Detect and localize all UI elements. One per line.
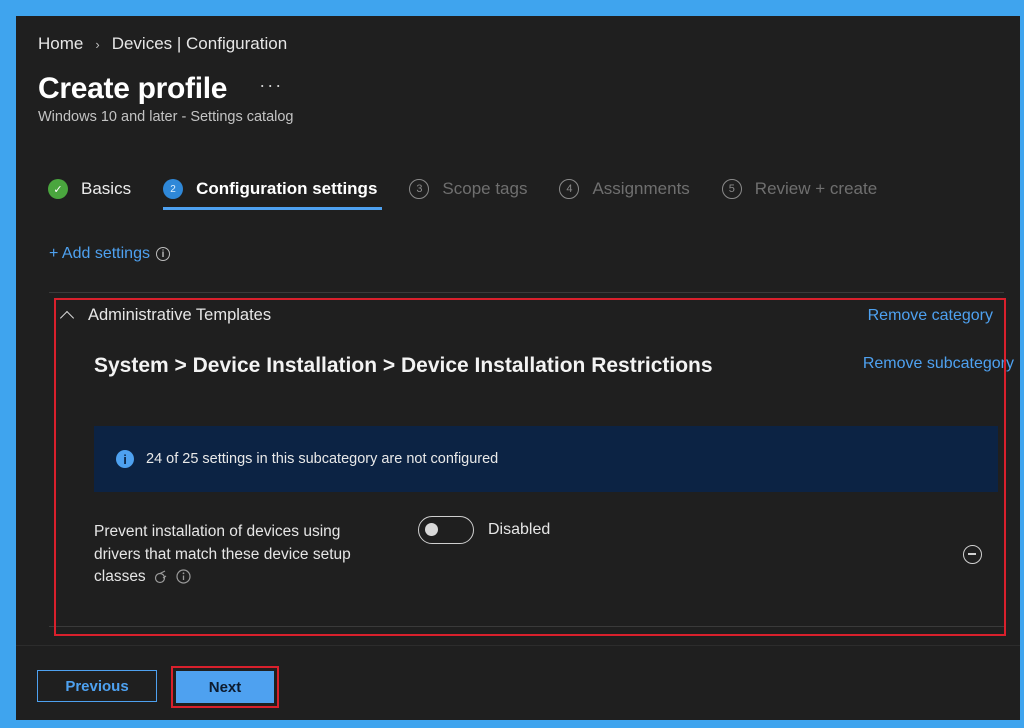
more-options-icon[interactable]: ···: [259, 75, 283, 96]
remove-setting-icon[interactable]: [963, 545, 982, 564]
step-assignments[interactable]: 4 Assignments: [559, 176, 690, 202]
breadcrumb-devices-configuration[interactable]: Devices | Configuration: [112, 34, 287, 54]
step-number: 5: [721, 179, 742, 199]
subcategory-path: System > Device Installation > Device In…: [94, 354, 713, 377]
step-label: Scope tags: [442, 179, 528, 198]
policy-icon[interactable]: [154, 570, 168, 584]
remove-subcategory-link[interactable]: Remove subcategory: [863, 355, 1014, 373]
info-banner: i 24 of 25 settings in this subcategory …: [94, 426, 998, 492]
add-settings-link[interactable]: + Add settings i: [49, 245, 170, 263]
step-scope-tags[interactable]: 3 Scope tags: [409, 176, 527, 202]
setting-row: Prevent installation of devices using dr…: [94, 521, 384, 589]
step-number: 4: [559, 179, 580, 199]
page-title: Create profile: [38, 72, 228, 105]
step-number: 3: [409, 179, 430, 199]
step-label: Assignments: [592, 179, 690, 198]
category-header[interactable]: Administrative Templates: [59, 306, 272, 326]
active-step-indicator: [163, 207, 382, 210]
setting-toggle[interactable]: [418, 516, 474, 544]
info-banner-text: 24 of 25 settings in this subcategory ar…: [146, 451, 499, 467]
step-configuration-settings[interactable]: 2 Configuration settings: [163, 176, 377, 202]
info-icon: i: [116, 450, 134, 468]
previous-button[interactable]: Previous: [37, 670, 157, 702]
info-icon[interactable]: [176, 569, 191, 585]
step-label: Basics: [81, 179, 132, 198]
section-divider: [49, 292, 1004, 293]
next-button[interactable]: Next: [176, 671, 274, 703]
page-subtitle: Windows 10 and later - Settings catalog: [38, 109, 294, 125]
category-name: Administrative Templates: [88, 306, 272, 324]
toggle-knob: [425, 523, 438, 536]
info-icon[interactable]: i: [155, 247, 170, 261]
title-row: Create profile ···: [38, 72, 283, 106]
step-label: Configuration settings: [196, 179, 378, 198]
step-basics[interactable]: ✓ Basics: [48, 176, 131, 202]
breadcrumb: Home › Devices | Configuration: [38, 34, 287, 54]
create-profile-window: Home › Devices | Configuration Create pr…: [16, 16, 1020, 720]
toggle-state-label: Disabled: [488, 521, 551, 538]
section-divider: [49, 626, 1004, 627]
footer-bar: [16, 645, 1020, 720]
breadcrumb-home[interactable]: Home: [38, 34, 83, 54]
setting-label: Prevent installation of devices using dr…: [94, 523, 351, 585]
step-review-create[interactable]: 5 Review + create: [721, 176, 878, 202]
add-settings-label: + Add settings: [49, 245, 150, 262]
remove-category-link[interactable]: Remove category: [868, 307, 993, 325]
checkmark-icon: ✓: [48, 179, 68, 199]
breadcrumb-separator: ›: [95, 36, 100, 52]
step-number: 2: [163, 179, 184, 199]
step-label: Review + create: [754, 179, 878, 198]
chevron-up-icon[interactable]: [59, 310, 75, 326]
